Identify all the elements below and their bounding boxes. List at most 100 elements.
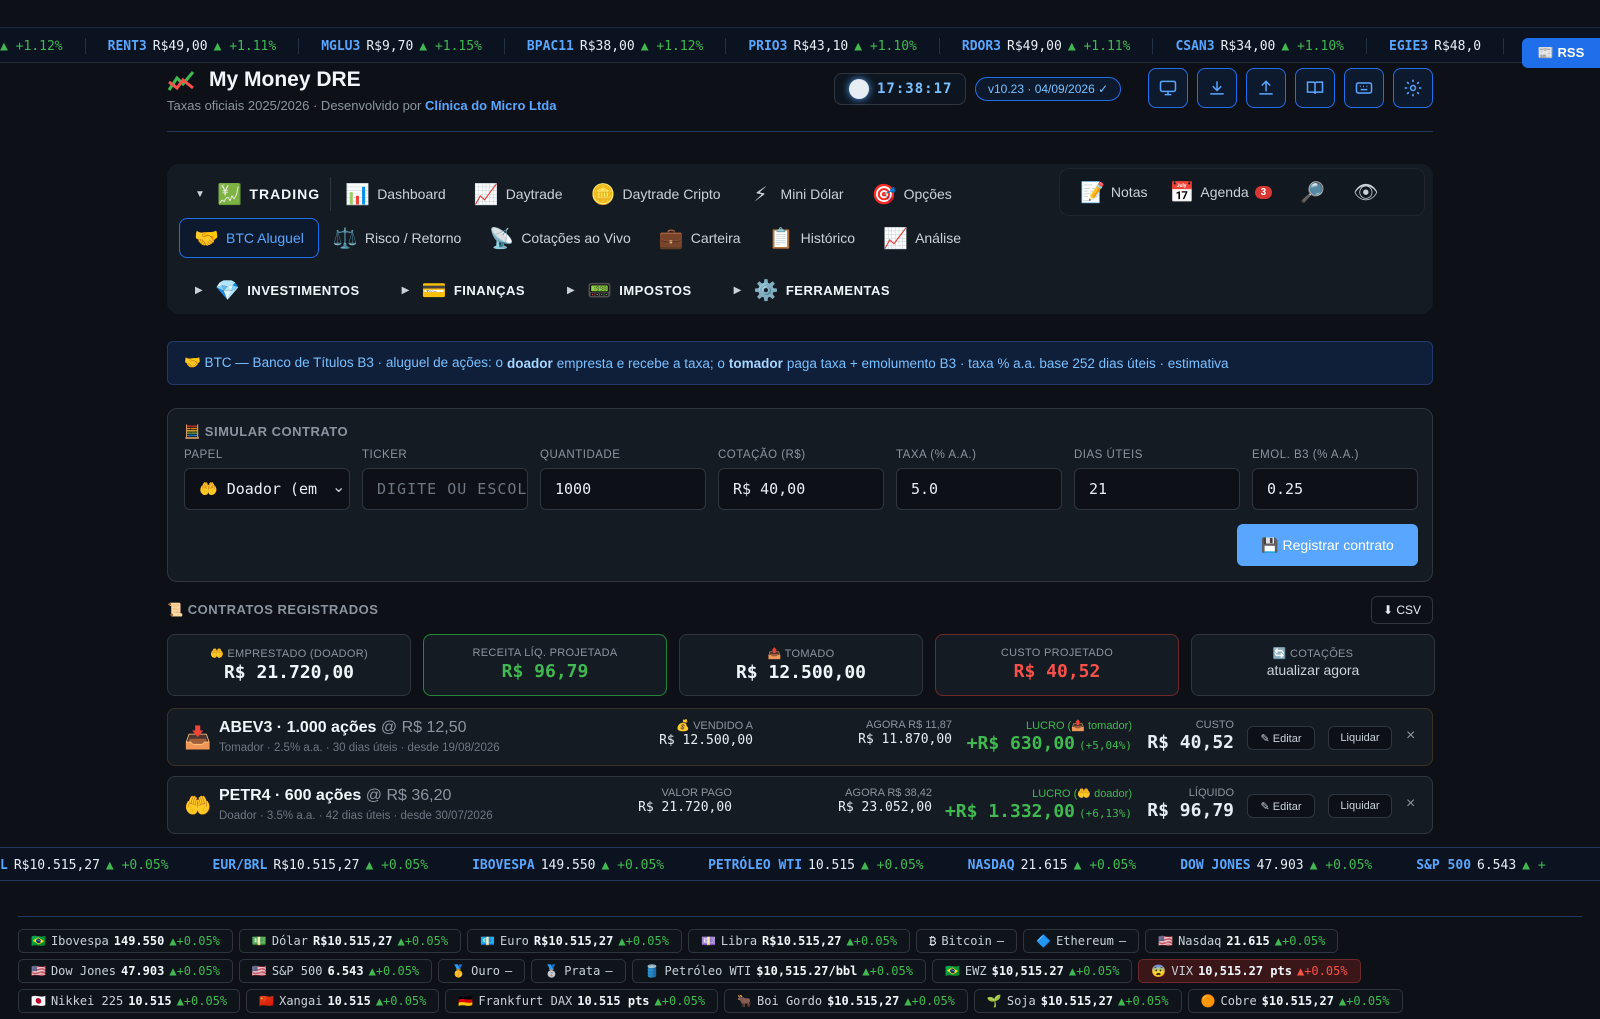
quote-chip[interactable]: 🐂 Boi Gordo $10.515,27 ▲+0.05%	[724, 989, 968, 1013]
field-input[interactable]: 5.0	[896, 468, 1062, 510]
ticker-item[interactable]: RDOR3 R$49,00 ▲ +1.11%	[940, 38, 1154, 54]
quote-chip[interactable]: 🇺🇸 Dow Jones 47.903 ▲+0.05%	[18, 959, 233, 983]
quote-chip[interactable]: 🇺🇸 Nasdaq 21.615 ▲+0.05%	[1145, 929, 1339, 953]
ticker-item[interactable]: MGLU3 R$9,70 ▲ +1.15%	[299, 38, 505, 54]
ticker-item[interactable]: BPAC11 R$38,00 ▲ +1.12%	[505, 38, 727, 54]
quote-chip[interactable]: ₿ Bitcoin —	[916, 929, 1018, 953]
group-investimentos[interactable]: ▶ 💎 INVESTIMENTOS	[181, 270, 374, 310]
ticker-symbol: L	[0, 857, 8, 873]
group-ferramentas[interactable]: ▶ ⚙️ FERRAMENTAS	[720, 270, 904, 310]
group-impostos[interactable]: ▶ 📟 IMPOSTOS	[553, 270, 706, 310]
nav-item-dashboard[interactable]: 📊 Dashboard	[331, 174, 460, 214]
field-label: PAPEL	[184, 449, 223, 461]
nav-item-risco-retorno[interactable]: ⚖️ Risco / Retorno	[319, 218, 475, 258]
nav-item-hist-rico[interactable]: 📋 Histórico	[755, 218, 869, 258]
search-button[interactable]: 🔎	[1300, 180, 1325, 205]
quote-chip[interactable]: 🇧🇷 Ibovespa 149.550 ▲+0.05%	[18, 929, 233, 953]
group-label: IMPOSTOS	[619, 282, 692, 298]
quote-change: ▲+0.05%	[375, 994, 427, 1008]
close-icon[interactable]: ×	[1406, 795, 1415, 813]
quote-chip[interactable]: 🇺🇸 S&P 500 6.543 ▲+0.05%	[238, 959, 433, 983]
quote-name: Prata	[564, 964, 601, 978]
ticker-item[interactable]: RENT3 R$49,00 ▲ +1.11%	[86, 38, 300, 54]
quote-name: Dow Jones	[50, 964, 116, 978]
company-link[interactable]: Clínica do Micro Ltda	[425, 98, 556, 113]
quote-chip[interactable]: 🌱 Soja $10.515,27 ▲+0.05%	[973, 989, 1182, 1013]
ticker-item[interactable]: EUR/BRL R$10.515,27 ▲ +0.05%	[191, 857, 451, 873]
quote-chip[interactable]: 🔷 Ethereum —	[1023, 929, 1140, 953]
ticker-item[interactable]: CSAN3 R$34,00 ▲ +1.10%	[1153, 38, 1367, 54]
quote-chip[interactable]: 💵 Dólar R$10.515,27 ▲+0.05%	[238, 929, 462, 953]
version-badge[interactable]: v10.23 · 04/09/2026 ✓	[975, 77, 1122, 101]
csv-export-button[interactable]: ⬇ CSV	[1371, 596, 1433, 624]
quote-chip[interactable]: 💶 Euro R$10.515,27 ▲+0.05%	[467, 929, 682, 953]
upload-button[interactable]	[1246, 68, 1286, 108]
display-button[interactable]	[1148, 68, 1188, 108]
profit-amount: +R$ 1.332,00	[944, 801, 1076, 822]
field-input[interactable]: DIGITE OU ESCOLHA	[362, 468, 528, 510]
field-label: QUANTIDADE	[540, 449, 621, 461]
privacy-toggle[interactable]: 👁	[1353, 180, 1378, 205]
field-input[interactable]: 0.25	[1252, 468, 1418, 510]
ticker-item[interactable]: DOW JONES 47.903 ▲ +0.05%	[1158, 857, 1394, 873]
quote-chip[interactable]: 💷 Libra R$10.515,27 ▲+0.05%	[687, 929, 911, 953]
settle-button[interactable]: Liquidar	[1328, 726, 1392, 750]
edit-button[interactable]: ✎ Editar	[1247, 794, 1315, 818]
quote-chip[interactable]: 🇯🇵 Nikkei 225 10.515 ▲+0.05%	[18, 989, 241, 1013]
quote-chip[interactable]: 🛢️ Petróleo WTI $10,515.27/bbl ▲+0.05%	[631, 959, 926, 983]
field-input[interactable]: 21	[1074, 468, 1240, 510]
nav-item-mini-d-lar[interactable]: ⚡ Mini Dólar	[735, 174, 858, 214]
ticker-item[interactable]: NASDAQ 21.615 ▲ +0.05%	[946, 857, 1159, 873]
edit-button[interactable]: ✎ Editar	[1247, 726, 1315, 750]
agenda-button[interactable]: 📅 Agenda 3	[1169, 180, 1273, 205]
quote-chip[interactable]: 🥇 Ouro —	[438, 959, 526, 983]
quote-chip[interactable]: 🇩🇪 Frankfurt DAX 10.515 pts ▲+0.05%	[445, 989, 719, 1013]
group-label: INVESTIMENTOS	[247, 282, 360, 298]
nav-item-daytrade[interactable]: 📈 Daytrade	[460, 174, 577, 214]
manual-button[interactable]	[1295, 68, 1335, 108]
field-dias-teis: DIAS ÚTEIS 21	[1074, 449, 1240, 510]
settle-button[interactable]: Liquidar	[1328, 794, 1392, 818]
group-trading[interactable]: ▼ 💹 TRADING	[181, 177, 332, 211]
settings-button[interactable]	[1393, 68, 1433, 108]
profit-percent: (+5,04%)	[1079, 739, 1132, 752]
ticker-item[interactable]: ▲ +1.12%	[0, 38, 86, 54]
nav-item-an-lise[interactable]: 📈 Análise	[869, 218, 975, 258]
field-input[interactable]: R$ 40,00	[718, 468, 884, 510]
profit-percent: (+6,13%)	[1079, 807, 1132, 820]
quote-chip[interactable]: 🟠 Cobre $10.515,27 ▲+0.05%	[1187, 989, 1403, 1013]
ticker-change: ▲ +0.05%	[365, 857, 429, 873]
rss-button[interactable]: 📰 RSS	[1522, 38, 1600, 68]
kpi-card[interactable]: 🔄 COTAÇÕES atualizar agora	[1191, 634, 1435, 696]
nav-item-carteira[interactable]: 💼 Carteira	[645, 218, 755, 258]
ticker-item[interactable]: PETRÓLEO WTI 10.515 ▲ +0.05%	[686, 857, 946, 873]
role-select[interactable]: 🤲 Doador (em	[184, 468, 350, 510]
ticker-item[interactable]: S&P 500 6.543 ▲ +	[1394, 857, 1567, 873]
nav-icon: 📊	[345, 183, 371, 206]
nav-item-btc-aluguel[interactable]: 🤝 BTC Aluguel	[179, 218, 319, 258]
ticker-item[interactable]: IBOVESPA 149.550 ▲ +0.05%	[450, 857, 686, 873]
nav-item-daytrade-cripto[interactable]: 🪙 Daytrade Cripto	[577, 174, 735, 214]
quote-change: —	[996, 934, 1005, 948]
quote-name: Dólar	[271, 934, 308, 948]
ticker-item[interactable]: L R$10.515,27 ▲ +0.05%	[0, 857, 191, 873]
quote-chip[interactable]: 😨 VIX 10,515.27 pts ▲+0.05%	[1138, 959, 1361, 983]
quote-chip[interactable]: 🇧🇷 EWZ $10,515.27 ▲+0.05%	[931, 959, 1133, 983]
field-taxa-a-a-: TAXA (% A.A.) 5.0	[896, 449, 1062, 510]
quote-chip[interactable]: 🥈 Prata —	[531, 959, 626, 983]
keyboard-shortcuts-button[interactable]	[1344, 68, 1384, 108]
ticker-item[interactable]: PRIO3 R$43,10 ▲ +1.10%	[726, 38, 940, 54]
nav-item-cota-es-ao-vivo[interactable]: 📡 Cotações ao Vivo	[475, 218, 644, 258]
quote-chip[interactable]: 🇨🇳 Xangai 10.515 ▲+0.05%	[246, 989, 440, 1013]
nav-item-op-es[interactable]: 🎯 Opções	[858, 174, 966, 214]
notes-button[interactable]: 📝 Notas	[1080, 180, 1147, 205]
field-input[interactable]: 1000	[540, 468, 706, 510]
close-icon[interactable]: ×	[1406, 727, 1415, 745]
quote-flag-icon: 🇺🇸	[251, 964, 267, 978]
register-contract-button[interactable]: 💾 Registrar contrato	[1237, 524, 1418, 566]
ticker-item[interactable]: EGIE3 R$48,0	[1367, 38, 1505, 54]
kpi-card: RECEITA LÍQ. PROJETADA R$ 96,79	[423, 634, 667, 696]
group-finanças[interactable]: ▶ 💳 FINANÇAS	[388, 270, 539, 310]
download-button[interactable]	[1197, 68, 1237, 108]
quote-price: $10,515.27	[991, 964, 1064, 978]
